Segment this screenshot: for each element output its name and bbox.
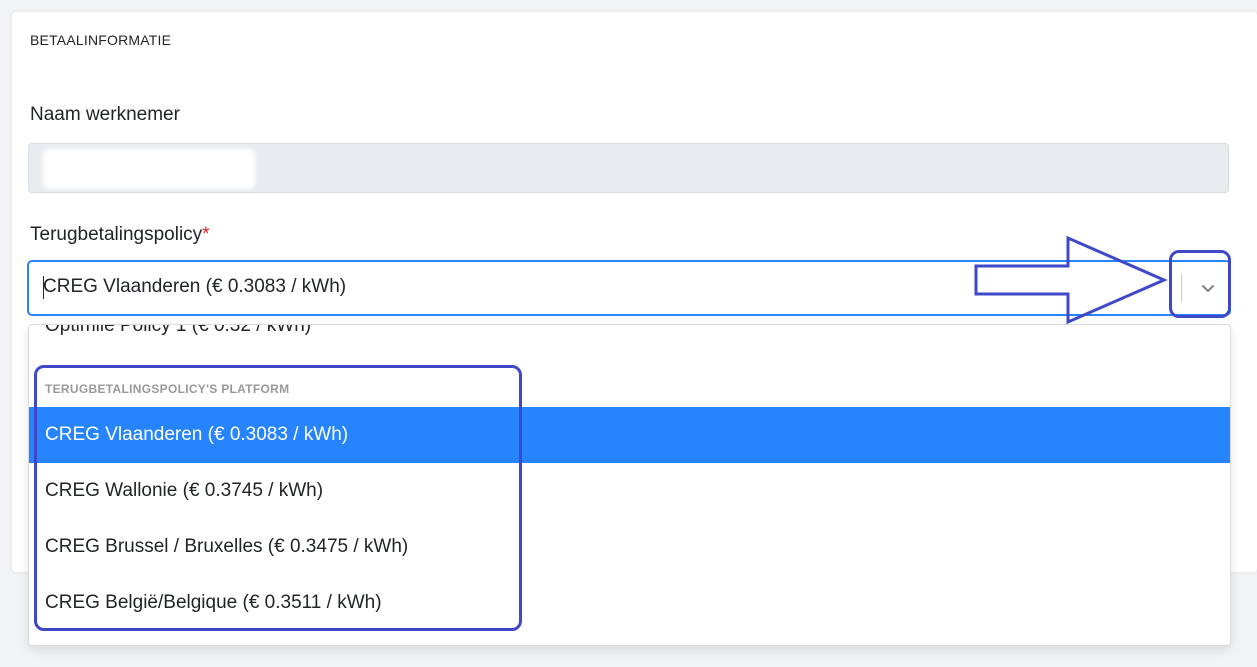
group-header-platform: TERUGBETALINGSPOLICY'S PLATFORM <box>45 382 290 396</box>
option-optimile-policy-1[interactable]: Optimile Policy 1 (€ 0.32 / kWh) <box>29 325 1230 341</box>
employee-name-label: Naam werknemer <box>30 104 180 125</box>
redacted-value <box>43 149 255 189</box>
policy-label-text: Terugbetalingspolicy <box>30 224 203 245</box>
policy-select-value[interactable]: CREG Vlaanderen (€ 0.3083 / kWh) <box>43 276 346 298</box>
indicator-separator <box>1181 274 1182 302</box>
policy-dropdown-menu: Optimile Policy 1 (€ 0.32 / kWh) TERUGBE… <box>28 324 1231 646</box>
text-cursor <box>43 276 44 299</box>
policy-label: Terugbetalingspolicy* <box>30 224 210 246</box>
chevron-down-icon <box>1202 285 1214 292</box>
option-creg-wallonie[interactable]: CREG Wallonie (€ 0.3745 / kWh) <box>29 463 1230 519</box>
policy-select[interactable]: CREG Vlaanderen (€ 0.3083 / kWh) <box>28 261 1230 315</box>
option-creg-vlaanderen[interactable]: CREG Vlaanderen (€ 0.3083 / kWh) <box>29 407 1230 463</box>
required-marker: * <box>202 224 210 245</box>
dropdown-toggle-button[interactable] <box>1191 270 1225 306</box>
section-title: BETAALINFORMATIE <box>30 32 172 48</box>
option-creg-brussel[interactable]: CREG Brussel / Bruxelles (€ 0.3475 / kWh… <box>29 519 1230 575</box>
option-creg-belgie[interactable]: CREG België/Belgique (€ 0.3511 / kWh) <box>29 575 1230 631</box>
employee-name-field <box>28 143 1229 193</box>
